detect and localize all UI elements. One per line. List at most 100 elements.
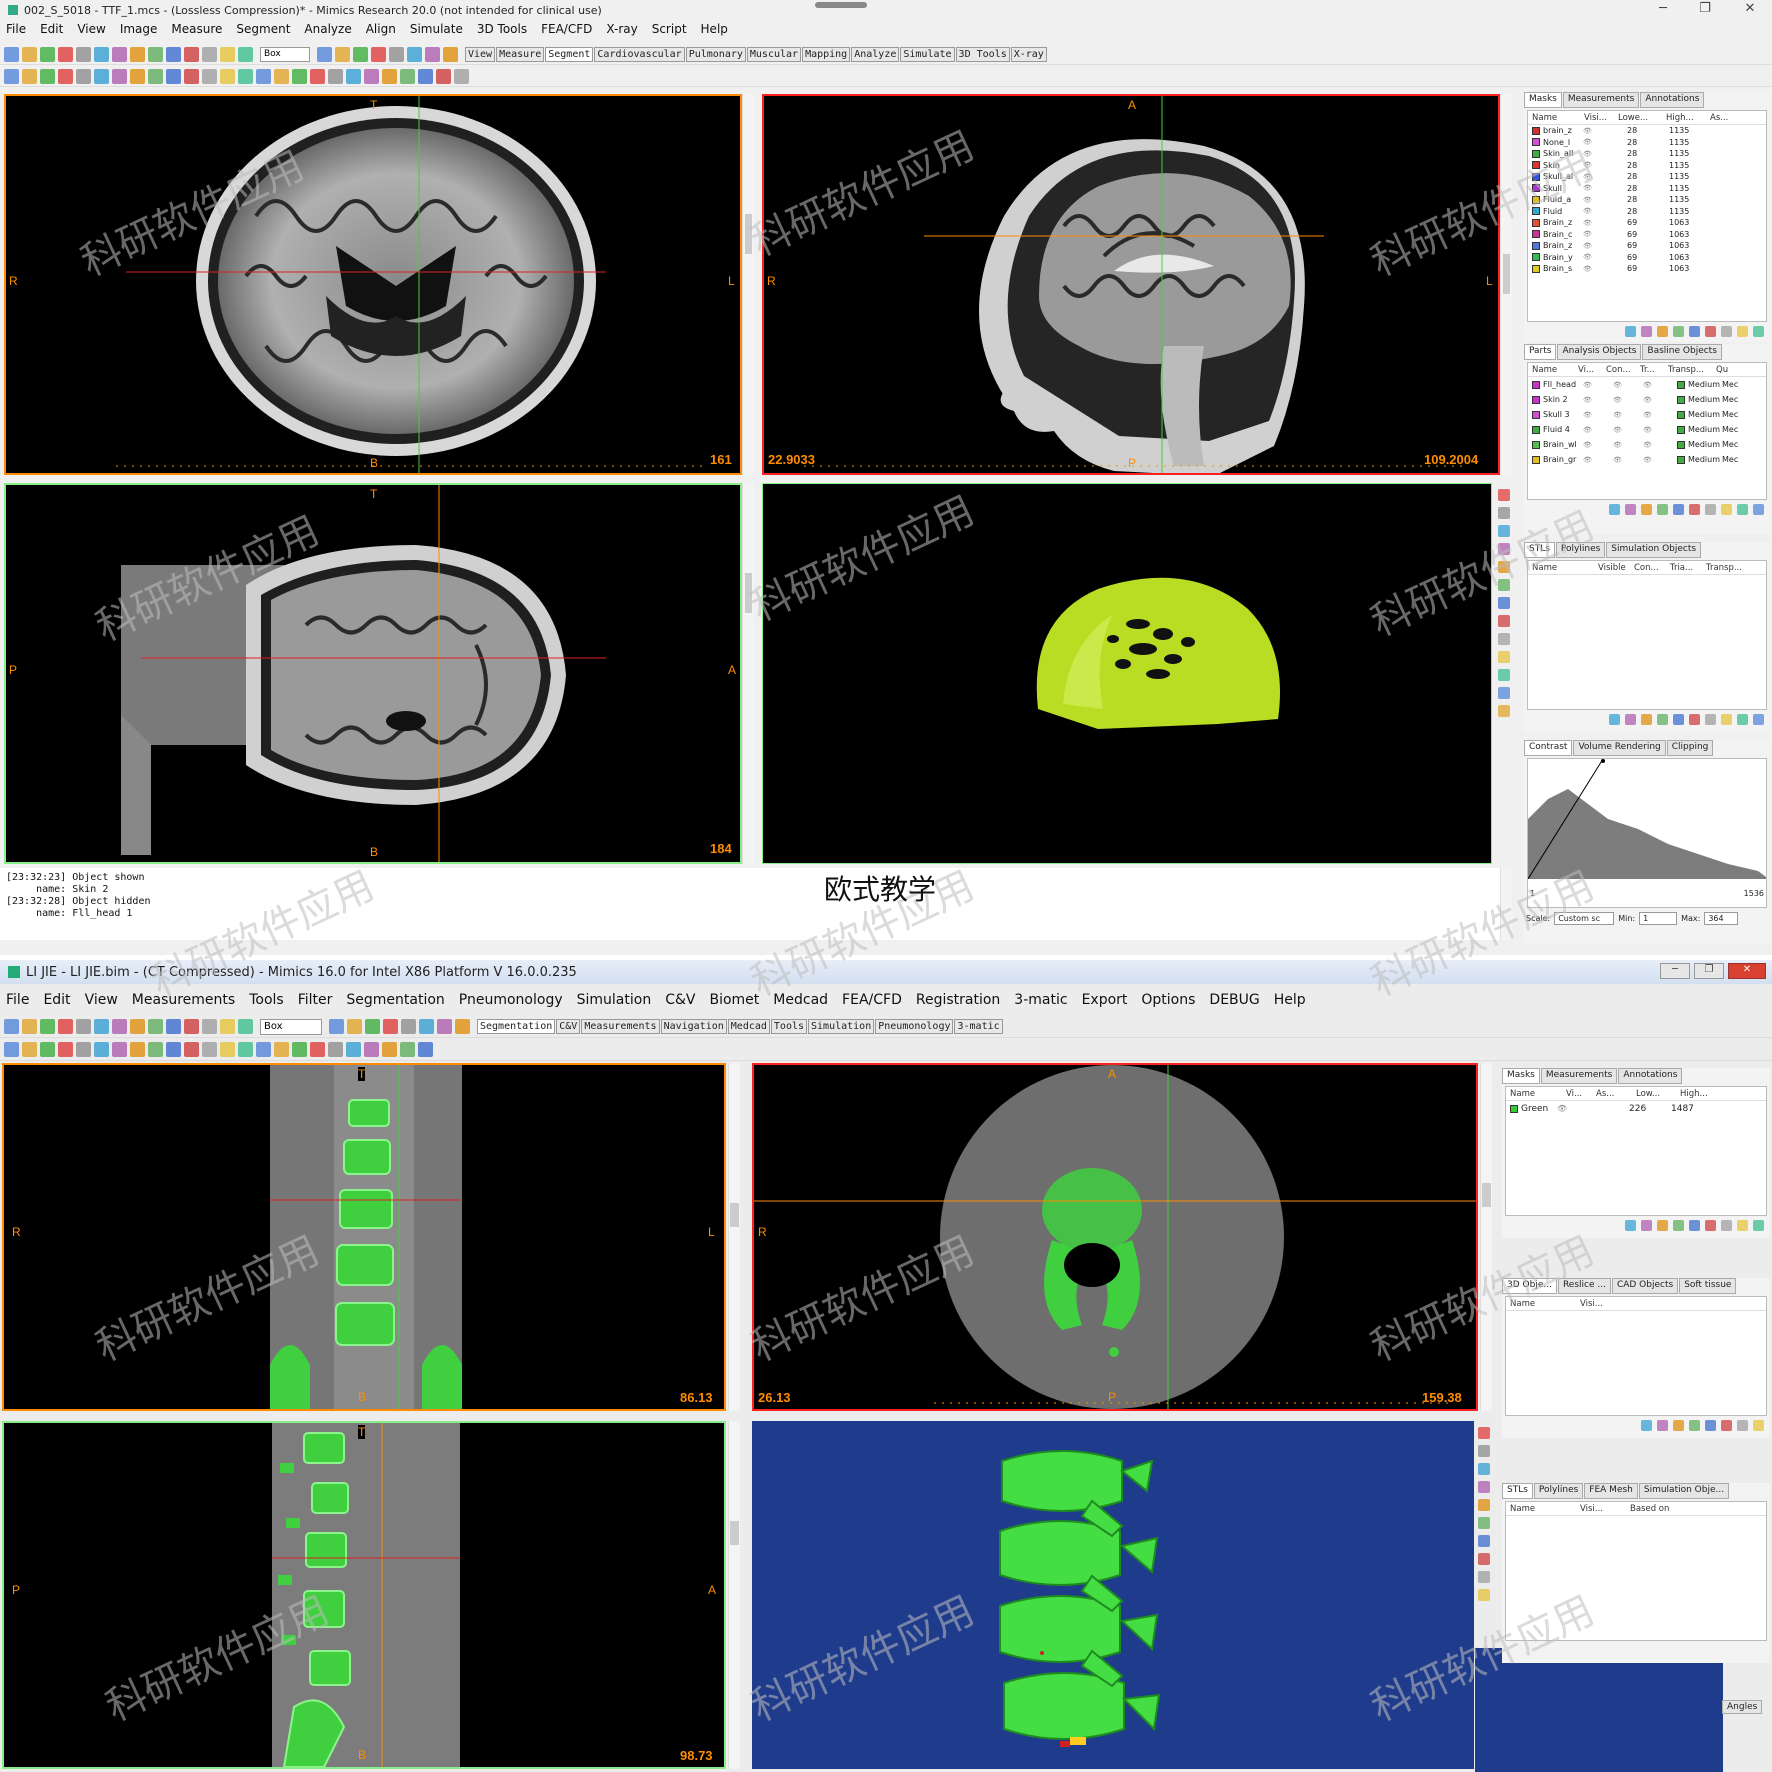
axial-scrollbar[interactable] bbox=[742, 94, 754, 475]
bottom-tool-icon-11[interactable] bbox=[202, 1019, 217, 1034]
top-tool-icon-1[interactable] bbox=[22, 46, 37, 62]
tab-view[interactable]: View bbox=[465, 46, 496, 62]
top-stl-action-icon-4[interactable] bbox=[1673, 714, 1684, 725]
bottom-side-tool-icon-1[interactable] bbox=[1478, 1445, 1490, 1457]
bottom-masks-action-icon-6[interactable] bbox=[1721, 1220, 1732, 1231]
top-parts-action-icon-8[interactable] bbox=[1737, 504, 1748, 515]
bottom-tool-icon-8[interactable] bbox=[148, 1019, 163, 1034]
part-row[interactable]: Brain_gr 👁 👁 👁 Medium Mec bbox=[1528, 452, 1766, 467]
tab-navigation[interactable]: Navigation bbox=[660, 1019, 727, 1034]
tab-pneumonology[interactable]: Pneumonology bbox=[875, 1019, 954, 1034]
column-header[interactable]: Name bbox=[1528, 113, 1580, 123]
top-row2-tool-icon-22[interactable] bbox=[400, 68, 415, 84]
top-side-tool-icon-4[interactable] bbox=[1498, 561, 1510, 573]
sagittal-scrollbar[interactable] bbox=[1500, 94, 1512, 475]
bottom-b-tool-icon-3[interactable] bbox=[383, 1019, 398, 1034]
angles-tab[interactable]: Angles bbox=[1722, 1700, 1763, 1714]
bottom-b-tool-icon-7[interactable] bbox=[455, 1019, 470, 1034]
eye-icon[interactable]: 👁 bbox=[1583, 207, 1627, 215]
column-header[interactable]: Based on bbox=[1626, 1504, 1686, 1514]
column-header[interactable]: Visi... bbox=[1576, 1299, 1626, 1309]
bottom-row2-tool-icon-15[interactable] bbox=[274, 1042, 289, 1057]
top-tool-icon-3[interactable] bbox=[58, 46, 73, 62]
visibility-icon[interactable]: 👁 bbox=[1583, 381, 1613, 389]
tab-simulate[interactable]: Simulate bbox=[900, 46, 955, 62]
mask-row[interactable]: Brain_c 👁 69 1063 bbox=[1528, 229, 1766, 241]
tab-cardiovascular[interactable]: Cardiovascular bbox=[594, 46, 685, 62]
tab-analyze[interactable]: Analyze bbox=[851, 46, 900, 62]
bottom-objects-action-icon-7[interactable] bbox=[1753, 1420, 1764, 1431]
dropdown-box[interactable]: Box bbox=[260, 46, 310, 62]
bottom-b-tool-icon-0[interactable] bbox=[329, 1019, 344, 1034]
contrast-histogram[interactable]: 1 1536 bbox=[1527, 758, 1767, 908]
top-side-tool-icon-7[interactable] bbox=[1498, 615, 1510, 627]
bottom-side-tool-icon-2[interactable] bbox=[1478, 1463, 1490, 1475]
top-masks-action-icon-6[interactable] bbox=[1721, 326, 1732, 337]
visibility-icon[interactable]: 👁 bbox=[1583, 411, 1613, 419]
top-row2-tool-icon-7[interactable] bbox=[130, 68, 145, 84]
menu-item-registration[interactable]: Registration bbox=[916, 992, 1000, 1010]
top-row2-tool-icon-6[interactable] bbox=[112, 68, 127, 84]
top-stl-action-icon-2[interactable] bbox=[1641, 714, 1652, 725]
menu-item-file[interactable]: File bbox=[6, 992, 29, 1010]
panel-tab-clipping[interactable]: Clipping bbox=[1666, 740, 1714, 756]
coronal-scrollbar[interactable] bbox=[742, 483, 754, 864]
bottom-tool-icon-12[interactable] bbox=[220, 1019, 235, 1034]
menu-item-segment[interactable]: Segment bbox=[236, 22, 290, 37]
top-side-tool-icon-0[interactable] bbox=[1498, 489, 1510, 501]
bottom-row2-tool-icon-4[interactable] bbox=[76, 1042, 91, 1057]
bottom-row2-tool-icon-0[interactable] bbox=[4, 1042, 19, 1057]
menu-item-script[interactable]: Script bbox=[652, 22, 687, 37]
column-header[interactable]: As... bbox=[1706, 113, 1736, 123]
panel-tab-volume-rendering[interactable]: Volume Rendering bbox=[1573, 740, 1666, 756]
menu-item-x-ray[interactable]: X-ray bbox=[606, 22, 637, 37]
menu-item-analyze[interactable]: Analyze bbox=[304, 22, 351, 37]
top-row2-tool-icon-9[interactable] bbox=[166, 68, 181, 84]
bottom-objects-action-icon-4[interactable] bbox=[1705, 1420, 1716, 1431]
part-row[interactable]: Skull 3 👁 👁 👁 Medium Mec bbox=[1528, 407, 1766, 422]
column-header[interactable]: Name bbox=[1528, 365, 1574, 375]
menu-item-debug[interactable]: DEBUG bbox=[1209, 992, 1259, 1010]
top-tool-icon-11[interactable] bbox=[202, 46, 217, 62]
menu-item-export[interactable]: Export bbox=[1082, 992, 1128, 1010]
mask-row[interactable]: Brain_z 👁 69 1063 bbox=[1528, 217, 1766, 229]
eye-icon[interactable]: 👁 bbox=[1583, 138, 1627, 146]
top-parts-action-icon-9[interactable] bbox=[1753, 504, 1764, 515]
tab-tools[interactable]: Tools bbox=[770, 1019, 808, 1034]
top-stl-action-icon-6[interactable] bbox=[1705, 714, 1716, 725]
top-row2-tool-icon-15[interactable] bbox=[274, 68, 289, 84]
tab-measurements[interactable]: Measurements bbox=[581, 1019, 660, 1034]
eye-icon[interactable]: 👁 bbox=[1583, 230, 1627, 238]
top-tool-icon-7[interactable] bbox=[130, 46, 145, 62]
visibility-icon[interactable]: 👁 bbox=[1613, 441, 1643, 449]
top-stl-action-icon-8[interactable] bbox=[1737, 714, 1748, 725]
bottom-b-tool-icon-1[interactable] bbox=[347, 1019, 362, 1034]
menu-item-help[interactable]: Help bbox=[1274, 992, 1306, 1010]
bottom-objects-action-icon-1[interactable] bbox=[1657, 1420, 1668, 1431]
bottom-row2-tool-icon-2[interactable] bbox=[40, 1042, 55, 1057]
tab-simulation[interactable]: Simulation bbox=[808, 1019, 875, 1034]
bottom-masks-action-icon-0[interactable] bbox=[1625, 1220, 1636, 1231]
visibility-icon[interactable]: 👁 bbox=[1613, 411, 1643, 419]
menu-item-measurements[interactable]: Measurements bbox=[132, 992, 235, 1010]
bottom-b-tool-icon-4[interactable] bbox=[401, 1019, 416, 1034]
mask-row[interactable]: Skin_all 👁 28 1135 bbox=[1528, 148, 1766, 160]
bottom-row2-tool-icon-11[interactable] bbox=[202, 1042, 217, 1057]
visibility-icon[interactable]: 👁 bbox=[1643, 456, 1673, 464]
menu-item-biomet[interactable]: Biomet bbox=[709, 992, 759, 1010]
bottom-axial-view[interactable]: A R P 26.13 159.38 bbox=[752, 1063, 1478, 1411]
tab-mapping[interactable]: Mapping bbox=[802, 46, 851, 62]
visibility-icon[interactable]: 👁 bbox=[1643, 411, 1673, 419]
bottom-row2-tool-icon-10[interactable] bbox=[184, 1042, 199, 1057]
tab-segmentation[interactable]: Segmentation bbox=[477, 1019, 556, 1034]
part-row[interactable]: Skin 2 👁 👁 👁 Medium Mec bbox=[1528, 392, 1766, 407]
top-masks-action-icon-5[interactable] bbox=[1705, 326, 1716, 337]
top-b-tool-icon-6[interactable] bbox=[425, 46, 440, 62]
tab-measure[interactable]: Measure bbox=[496, 46, 545, 62]
part-row[interactable]: Brain_wl 👁 👁 👁 Medium Mec bbox=[1528, 437, 1766, 452]
min-input[interactable]: 1 bbox=[1639, 912, 1678, 925]
top-b-tool-icon-5[interactable] bbox=[407, 46, 422, 62]
tab-medcad[interactable]: Medcad bbox=[727, 1019, 770, 1034]
part-row[interactable]: Fll_head 👁 👁 👁 Medium Mec bbox=[1528, 377, 1766, 392]
bottom-tool-icon-5[interactable] bbox=[94, 1019, 109, 1034]
